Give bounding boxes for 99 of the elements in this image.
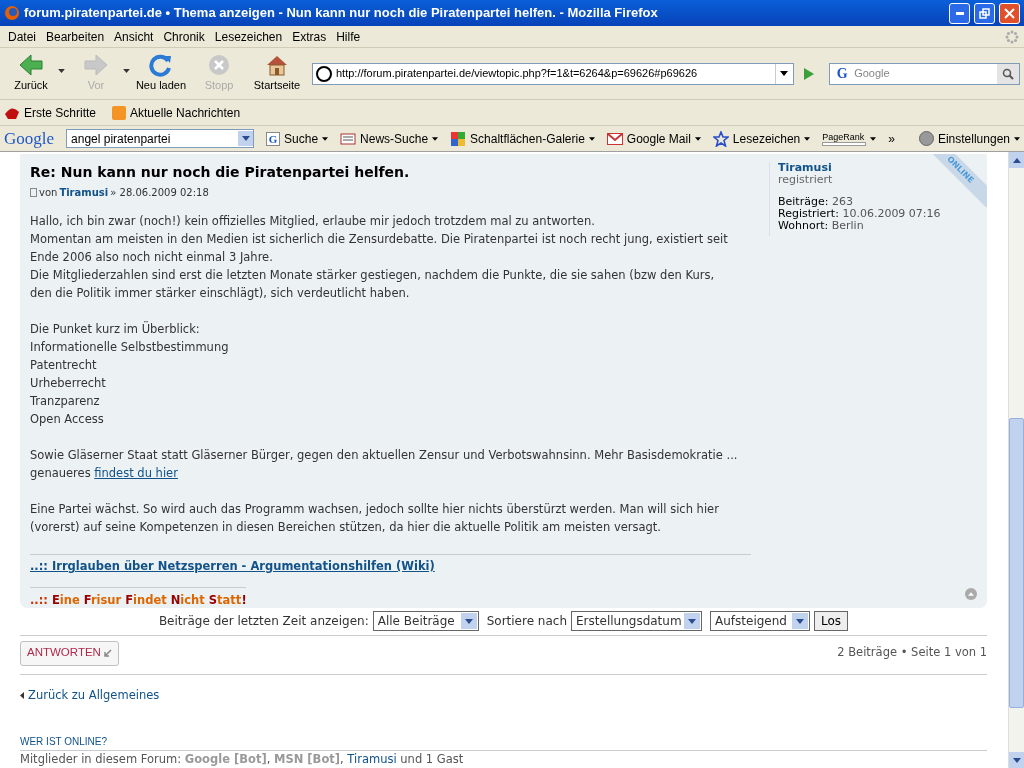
- filter-label: Beiträge der letzten Zeit anzeigen:: [158, 613, 369, 631]
- menu-item[interactable]: Datei: [4, 27, 40, 46]
- forward-arrow-icon: [83, 53, 109, 78]
- dropdown-arrow-icon: [464, 618, 473, 624]
- inline-link[interactable]: findest du hier: [94, 466, 178, 480]
- up-arrow-icon: [1012, 157, 1021, 163]
- arrow-icon: [103, 649, 112, 657]
- post-paragraph: Hallo, ich bin zwar (noch!) kein offizielles Mitglied, erlaube mir jedoch trotzdem mal zu antworten. Momentan am meisten in den Medien ist sicherlich die Zensurdebatte. Die Piratenpartei ist noch recht jung, existiert seit Ende 2006 also noch nicht einmal 3 Jahre. Die Mitgliederzahlen sind erst die letzten Monate stärker gestiegen, nachdem die Punkte, die sie sahen (bzw den Kurs, den die Politik immer stärker einschlägt), sich verdeutlicht haben.: [30, 213, 729, 302]
- dropdown-arrow-icon: [796, 618, 805, 624]
- toolbar-button[interactable]: Lesezeichen: [712, 129, 811, 148]
- menu-item[interactable]: Bearbeiten: [42, 27, 109, 46]
- scroll-down-button[interactable]: [1009, 752, 1024, 768]
- scroll-up-button[interactable]: [1009, 152, 1024, 168]
- window-title: forum.piratenpartei.de • Thema anzeigen - Nun kann nur noch die Piratenpartei helfen. - Mozilla Firefox: [24, 4, 659, 23]
- signature-text: ..:: Eine Frisur Findet Nicht Statt!: [30, 593, 247, 608]
- firefox-icon: [4, 5, 20, 21]
- google-g-icon: G: [266, 131, 281, 146]
- puzzle-icon: [450, 130, 467, 147]
- google-logo[interactable]: Google: [4, 125, 55, 152]
- toolbar-search-field[interactable]: angel piratenpartei: [66, 129, 255, 148]
- mail-icon: [606, 132, 623, 145]
- direction-select[interactable]: Aufsteigend: [710, 611, 811, 632]
- throbber-icon: [1004, 28, 1020, 45]
- google-g-icon[interactable]: G: [830, 63, 855, 84]
- chevron-left-icon: [20, 691, 24, 699]
- home-button[interactable]: Startseite: [250, 53, 304, 94]
- sort-label: Sortiere nach: [486, 613, 568, 631]
- dropdown-arrow-icon: [58, 69, 65, 74]
- up-arrow-icon: [968, 592, 974, 597]
- dropdown-arrow-icon: [688, 618, 697, 624]
- back-button[interactable]: Zurück: [4, 53, 58, 94]
- menu-item[interactable]: Hilfe: [332, 27, 365, 46]
- star-icon: [712, 130, 729, 147]
- toolbar-button[interactable]: PageRank: [822, 131, 877, 146]
- dropdown-arrow-icon: [241, 136, 250, 141]
- rss-icon: [112, 105, 127, 120]
- search-bar[interactable]: G Google: [829, 62, 1020, 85]
- dropdown-arrow-icon: [694, 136, 701, 141]
- menu-item[interactable]: Chronik: [159, 27, 209, 46]
- reload-button[interactable]: Neu laden: [134, 53, 188, 94]
- minimize-button[interactable]: [949, 2, 970, 24]
- section-heading: WER IST ONLINE?: [20, 733, 987, 751]
- toolbar-button[interactable]: News-Suche: [340, 129, 439, 148]
- days-select[interactable]: Alle Beiträge: [372, 611, 479, 632]
- menu-item[interactable]: Extras: [288, 27, 331, 46]
- profile-field: Wohnort: Berlin: [778, 220, 977, 232]
- close-button[interactable]: [999, 2, 1020, 24]
- toolbar-button[interactable]: Google Mail: [606, 129, 701, 148]
- back-arrow-icon: [18, 53, 44, 78]
- post-icon: [30, 188, 37, 197]
- newspaper-icon: [340, 131, 357, 146]
- profile-field: Beiträge: 263: [778, 196, 977, 208]
- stop-icon: [206, 53, 232, 78]
- dropdown-arrow-icon: [1014, 136, 1020, 141]
- profile-field: Registriert: 10.06.2009 07:16: [778, 208, 977, 220]
- menu-item[interactable]: Lesezeichen: [210, 27, 287, 46]
- toolbar-button[interactable]: Schaltflächen-Galerie: [450, 129, 595, 148]
- go-button[interactable]: Los: [814, 611, 849, 632]
- post-paragraph: Die Punket kurz im Überblick: Informationelle Selbstbestimmung Patentrecht Urheberrecht Tranzparenz Open Access: [30, 320, 230, 428]
- minimize-icon: [955, 11, 964, 15]
- search-field[interactable]: Google: [854, 65, 997, 82]
- post-paragraph: Eine Partei wächst. So wird auch das Programm wachsen, jedoch sollte hier nichts überstürzt werden. Man will sich hier (vorerst) auf seine Kompetenzen in diesen Bereichen stützen, da hier die aktuelle Politik am meisten versagt.: [30, 501, 720, 536]
- close-icon: [1004, 7, 1015, 19]
- post-paragraph: Sowie Gläserner Staat statt Gläserner Bürger, gegen den aktuellen Zensur und Verbotswahnsinn. Mehr Basisdemokratie ... genaueres findest du hier: [30, 447, 739, 482]
- settings-button[interactable]: Einstellungen: [918, 129, 1020, 148]
- restore-icon: [979, 7, 990, 19]
- reload-icon: [148, 53, 174, 78]
- dropdown-arrow-icon: [432, 136, 439, 141]
- dropdown-arrow-icon: [780, 71, 789, 76]
- byline-label: von: [39, 186, 58, 200]
- reply-button[interactable]: ANTWORTEN: [20, 640, 119, 666]
- toolbar-button[interactable]: G Suche: [266, 129, 329, 148]
- search-icon[interactable]: [1002, 67, 1014, 80]
- site-icon: [316, 65, 332, 82]
- restore-button[interactable]: [974, 2, 995, 24]
- address-field[interactable]: http://forum.piratenpartei.de/viewtopic.php?f=1&t=6264&p=69626#p69626: [312, 62, 794, 85]
- scroll-thumb[interactable]: [1009, 418, 1024, 708]
- dropdown-arrow-icon: [322, 136, 329, 141]
- settings-icon: [918, 131, 934, 146]
- bookmark-item[interactable]: Aktuelle Nachrichten: [112, 103, 241, 122]
- author-link[interactable]: Tiramusi: [59, 185, 109, 200]
- post-title: Re: Nun kann nur noch die Piratenpartei helfen.: [30, 163, 411, 182]
- sort-select[interactable]: Erstellungsdatum: [571, 611, 703, 632]
- signature-link[interactable]: ..:: Irrglauben über Netzsperren - Argumentationshilfen (Wiki): [30, 559, 435, 573]
- menu-item[interactable]: Ansicht: [110, 27, 158, 46]
- dropdown-arrow-icon: [588, 136, 595, 141]
- dropdown-arrow-icon: [870, 136, 877, 141]
- pagination-text: 2 Beiträge • Seite 1 von 1: [837, 644, 987, 662]
- dropdown-arrow-icon: [123, 69, 130, 74]
- back-link[interactable]: Zurück zu Allgemeines: [28, 686, 160, 704]
- pagerank-bar: [822, 141, 867, 146]
- post-date: » 28.06.2009 02:18: [110, 186, 209, 200]
- dropdown-arrow-icon: [804, 136, 811, 141]
- dropdown-arrow-icon: [1012, 757, 1021, 763]
- bookmark-item[interactable]: Erste Schritte: [4, 103, 97, 122]
- scrollbar[interactable]: [1008, 152, 1024, 768]
- more-button[interactable]: »: [888, 129, 895, 148]
- bookmark-icon: [4, 105, 20, 120]
- online-members-text: Mitglieder in diesem Forum: Google [Bot], MSN [Bot], Tiramusi und 1 Gast: [20, 750, 465, 768]
